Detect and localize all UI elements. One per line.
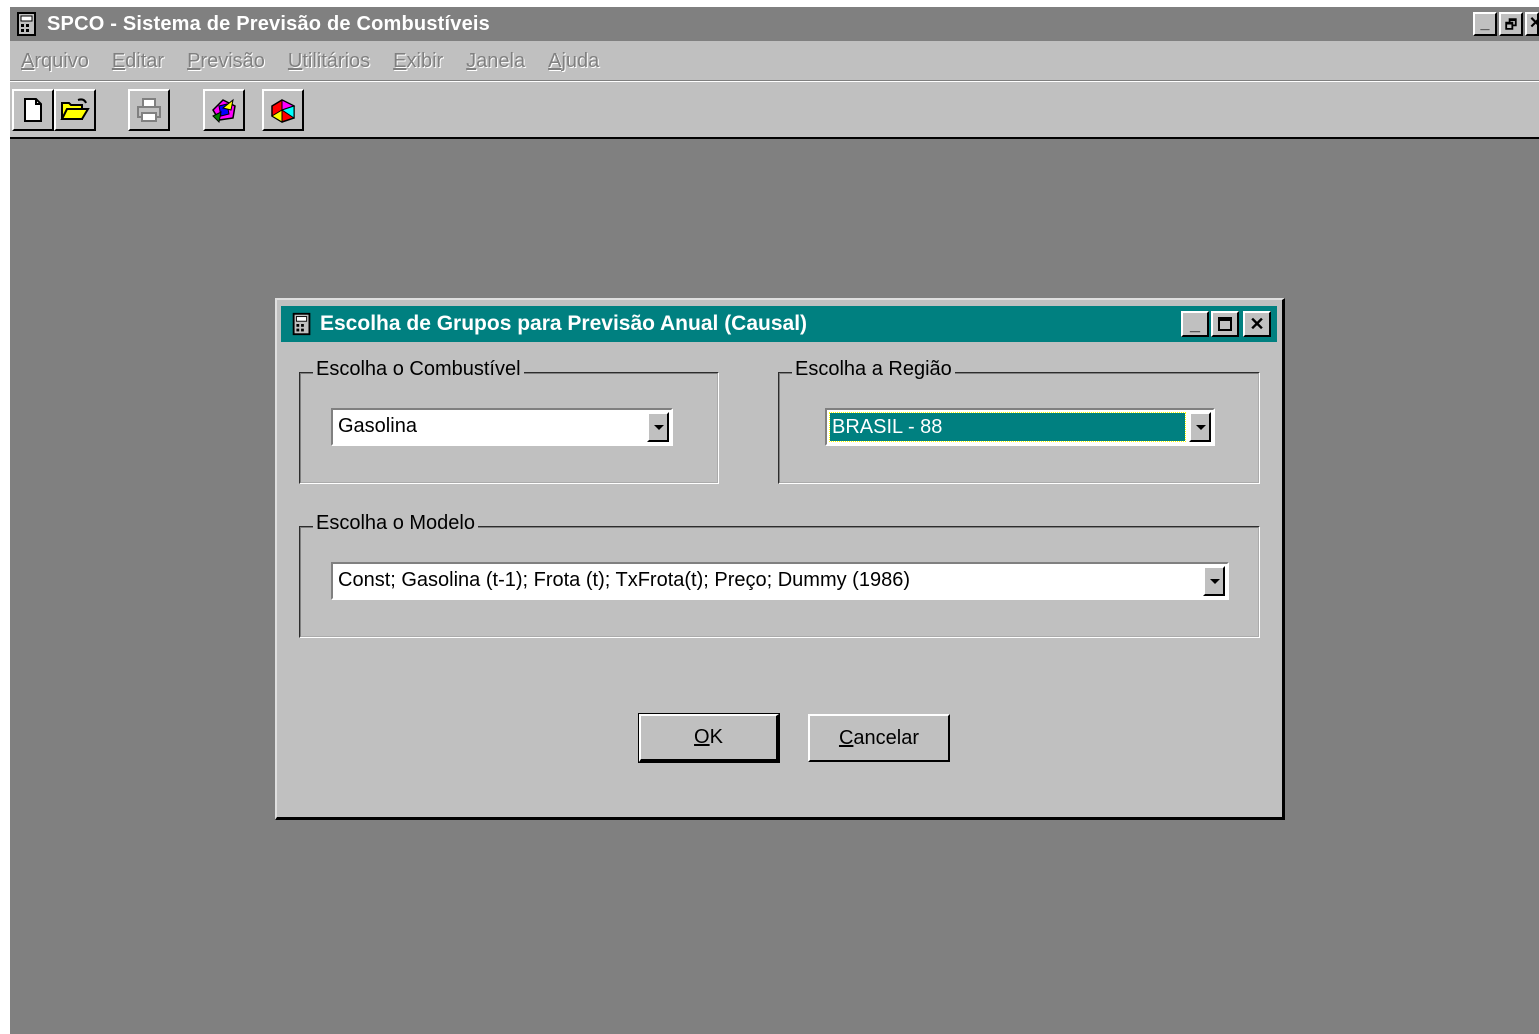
menu-mnemonic: A bbox=[21, 49, 35, 72]
new-document-icon bbox=[24, 98, 42, 122]
menu-exibir[interactable]: Exibir bbox=[393, 50, 443, 73]
menu-ajuda[interactable]: Ajuda bbox=[548, 50, 599, 73]
menu-label-rest: tilitários bbox=[302, 49, 371, 72]
toolbar bbox=[10, 87, 1539, 133]
model-combobox[interactable]: Const; Gasolina (t-1); Frota (t); TxFrot… bbox=[331, 562, 1229, 600]
dialog-maximize-button[interactable] bbox=[1211, 311, 1239, 337]
main-title-bar[interactable]: SPCO - Sistema de Previsão de Combustíve… bbox=[10, 7, 1539, 41]
dropdown-arrow-icon[interactable] bbox=[1189, 412, 1211, 442]
menu-label-rest: anela bbox=[476, 49, 526, 72]
restore-icon: 🗗 bbox=[1504, 16, 1518, 32]
region-combobox[interactable]: BRASIL - 88 bbox=[825, 408, 1215, 446]
menu-mnemonic: A bbox=[548, 49, 562, 72]
menu-previsao[interactable]: Previsão bbox=[187, 50, 265, 73]
app-icon[interactable] bbox=[13, 10, 41, 38]
menu-janela[interactable]: Janela bbox=[466, 50, 525, 73]
menu-label-rest: ditar bbox=[125, 49, 165, 72]
menu-label-rest: xibir bbox=[406, 49, 444, 72]
window-title: SPCO - Sistema de Previsão de Combustíve… bbox=[47, 12, 490, 35]
menu-utilitarios[interactable]: Utilitários bbox=[288, 50, 370, 73]
dialog-title-bar[interactable]: Escolha de Grupos para Previsão Anual (C… bbox=[281, 306, 1277, 342]
region-group-label: Escolha a Região bbox=[792, 358, 955, 381]
menu-label-rest: rquivo bbox=[34, 49, 89, 72]
menu-mnemonic: J bbox=[466, 49, 477, 72]
minimize-icon: _ bbox=[1480, 15, 1490, 32]
model-group: Escolha o Modelo Const; Gasolina (t-1); … bbox=[299, 512, 1260, 638]
chart-icon bbox=[271, 99, 296, 123]
fuel-combobox[interactable]: Gasolina bbox=[331, 408, 673, 446]
dropdown-arrow-icon[interactable] bbox=[1203, 566, 1225, 596]
menu-mnemonic: E bbox=[111, 49, 126, 72]
dropdown-arrow-icon[interactable] bbox=[647, 412, 669, 442]
forecast-button[interactable] bbox=[203, 89, 245, 131]
chart-button[interactable] bbox=[262, 89, 304, 131]
ok-button[interactable]: OK bbox=[638, 713, 780, 763]
menu-editar[interactable]: Editar bbox=[112, 50, 164, 73]
menu-mnemonic: P bbox=[187, 49, 201, 72]
print-button[interactable] bbox=[128, 89, 170, 131]
ok-label-rest: K bbox=[709, 726, 723, 748]
menu-arquivo[interactable]: Arquivo bbox=[21, 50, 89, 73]
dialog-minimize-button[interactable]: _ bbox=[1181, 311, 1209, 337]
cancel-label-rest: ancelar bbox=[853, 726, 920, 749]
ok-mnemonic: O bbox=[694, 726, 710, 748]
close-icon: ✕ bbox=[1529, 16, 1537, 32]
ok-button-label: OK bbox=[694, 726, 723, 749]
menu-label-rest: revisão bbox=[200, 49, 265, 72]
maximize-icon bbox=[1218, 317, 1232, 331]
minimize-icon: _ bbox=[1189, 314, 1200, 334]
menu-mnemonic: E bbox=[393, 49, 407, 72]
close-icon: ✕ bbox=[1249, 314, 1265, 334]
open-button[interactable] bbox=[54, 89, 96, 131]
region-group: Escolha a Região BRASIL - 88 bbox=[778, 358, 1260, 484]
region-value: BRASIL - 88 bbox=[829, 412, 1186, 442]
menu-label-rest: juda bbox=[561, 49, 600, 72]
cancel-mnemonic: C bbox=[838, 726, 854, 749]
dialog-close-button[interactable]: ✕ bbox=[1243, 311, 1271, 337]
menu-mnemonic: U bbox=[287, 49, 303, 72]
menu-separator bbox=[10, 80, 1539, 82]
minimize-button[interactable]: _ bbox=[1473, 12, 1497, 36]
fuel-group-label: Escolha o Combustível bbox=[313, 358, 524, 381]
model-group-label: Escolha o Modelo bbox=[313, 512, 478, 535]
new-button[interactable] bbox=[12, 89, 54, 131]
cancel-button[interactable]: Cancelar bbox=[808, 714, 950, 762]
restore-button[interactable]: 🗗 bbox=[1499, 12, 1523, 36]
model-value: Const; Gasolina (t-1); Frota (t); TxFrot… bbox=[338, 569, 910, 591]
print-icon bbox=[137, 98, 161, 122]
forecast-dialog: Escolha de Grupos para Previsão Anual (C… bbox=[275, 298, 1285, 820]
fuel-group: Escolha o Combustível Gasolina bbox=[299, 358, 719, 484]
cancel-button-label: Cancelar bbox=[839, 727, 919, 750]
menu-bar: Arquivo Editar Previsão Utilitários Exib… bbox=[10, 43, 1539, 79]
dialog-app-icon[interactable] bbox=[289, 311, 315, 337]
close-button[interactable]: ✕ bbox=[1525, 12, 1539, 36]
open-folder-icon bbox=[60, 98, 90, 120]
forecast-icon bbox=[212, 98, 236, 124]
dialog-title: Escolha de Grupos para Previsão Anual (C… bbox=[320, 312, 808, 335]
fuel-value: Gasolina bbox=[338, 415, 417, 437]
